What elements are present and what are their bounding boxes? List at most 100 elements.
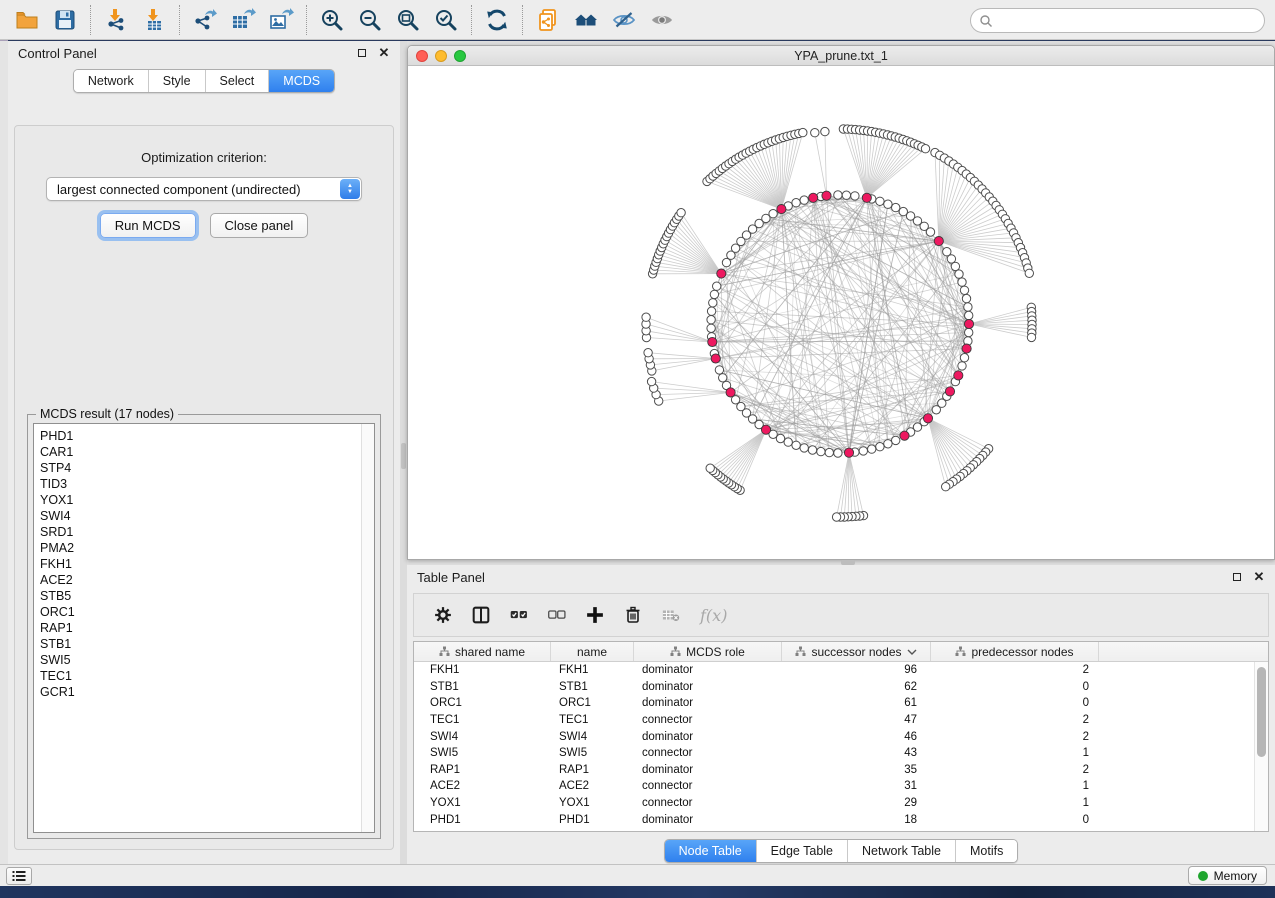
tab-motifs[interactable]: Motifs [955,840,1017,862]
network-node[interactable] [876,197,884,205]
network-node[interactable] [834,191,842,199]
network-node[interactable] [707,316,715,324]
mcds-result-item[interactable]: TID3 [40,476,358,492]
network-node[interactable] [811,129,819,137]
network-node[interactable] [709,299,717,307]
mcds-hub-node[interactable] [964,319,973,328]
mcds-result-item[interactable]: RAP1 [40,620,358,636]
network-node[interactable] [876,443,884,451]
network-node[interactable] [832,513,840,521]
network-node[interactable] [706,464,714,472]
mcds-result-item[interactable]: GCR1 [40,684,358,700]
mcds-hub-node[interactable] [726,388,735,397]
network-node[interactable] [892,436,900,444]
close-table-panel-icon[interactable]: ✕ [1253,571,1265,583]
mcds-hub-node[interactable] [934,237,943,246]
network-node[interactable] [955,270,963,278]
mcds-hub-node[interactable] [923,414,932,423]
memory-button[interactable]: Memory [1188,866,1267,885]
select-all-rows-icon[interactable] [510,606,528,624]
window-minimize-icon[interactable] [435,50,447,62]
network-node[interactable] [965,328,973,336]
tab-node-table[interactable]: Node Table [665,840,756,862]
table-scrollbar-thumb[interactable] [1257,667,1266,757]
network-node[interactable] [792,441,800,449]
network-node[interactable] [851,192,859,200]
mcds-result-item[interactable]: STP4 [40,460,358,476]
network-node[interactable] [958,362,966,370]
network-node[interactable] [825,448,833,456]
network-node[interactable] [800,196,808,204]
mcds-hub-node[interactable] [711,354,720,363]
close-panel-button[interactable]: Close panel [210,213,309,238]
mcds-result-item[interactable]: ORC1 [40,604,358,620]
network-node[interactable] [707,324,715,332]
result-scrollbar[interactable] [361,424,374,832]
mcds-hub-node[interactable] [717,269,726,278]
zoom-fit-icon[interactable] [389,3,427,37]
table-row[interactable]: RAP1RAP1dominator352 [414,762,1254,779]
import-table-icon[interactable] [135,3,173,37]
network-node[interactable] [859,447,867,455]
open-file-icon[interactable] [8,3,46,37]
run-mcds-button[interactable]: Run MCDS [100,213,196,238]
window-maximize-icon[interactable] [454,50,466,62]
network-node[interactable] [792,199,800,207]
show-columns-icon[interactable] [472,606,490,624]
network-node[interactable] [958,278,966,286]
table-row[interactable]: STB1STB1dominator620 [414,679,1254,696]
network-node[interactable] [800,444,808,452]
save-icon[interactable] [46,3,84,37]
tab-mcds[interactable]: MCDS [268,70,334,92]
column-header-name[interactable]: name [551,642,634,661]
table-scrollbar[interactable] [1254,662,1268,831]
network-node[interactable] [821,127,829,135]
mcds-result-item[interactable]: SWI4 [40,508,358,524]
network-node[interactable] [868,445,876,453]
zoom-out-icon[interactable] [351,3,389,37]
network-node[interactable] [1027,333,1035,341]
network-node[interactable] [808,446,816,454]
float-table-panel-icon[interactable] [1231,571,1243,583]
delete-column-icon[interactable] [624,606,642,624]
zoom-selected-icon[interactable] [427,3,465,37]
network-node[interactable] [965,311,973,319]
mcds-hub-node[interactable] [862,193,871,202]
network-node[interactable] [964,303,972,311]
add-column-icon[interactable] [586,606,604,624]
mcds-hub-node[interactable] [844,448,853,457]
mcds-result-item[interactable]: CAR1 [40,444,358,460]
table-row[interactable]: SWI5SWI5connector431 [414,745,1254,762]
network-node[interactable] [784,438,792,446]
network-node[interactable] [769,210,777,218]
table-row[interactable]: PHD1PHD1dominator180 [414,811,1254,828]
network-node[interactable] [710,290,718,298]
table-row[interactable]: YOX1YOX1connector291 [414,795,1254,812]
mcds-hub-node[interactable] [945,387,954,396]
mcds-hub-node[interactable] [822,191,831,200]
network-node[interactable] [707,307,715,315]
column-header-MCDS-role[interactable]: MCDS role [634,642,782,661]
table-row[interactable]: ACE2ACE2connector311 [414,778,1254,795]
panel-splitter[interactable] [400,41,407,864]
mcds-hub-node[interactable] [777,205,786,214]
show-all-icon[interactable] [643,3,681,37]
network-node[interactable] [884,440,892,448]
mcds-result-item[interactable]: YOX1 [40,492,358,508]
network-node[interactable] [1025,269,1033,277]
mcds-result-item[interactable]: TEC1 [40,668,358,684]
table-settings-gear-icon[interactable] [434,606,452,624]
search-box[interactable] [970,8,1265,33]
network-node[interactable] [817,447,825,455]
network-node[interactable] [884,200,892,208]
close-panel-icon[interactable]: ✕ [378,47,390,59]
column-header-predecessor-nodes[interactable]: predecessor nodes [931,642,1099,661]
criterion-select[interactable]: largest connected component (undirected)… [46,177,362,201]
export-network-icon[interactable] [186,3,224,37]
tab-select[interactable]: Select [205,70,269,92]
mcds-result-item[interactable]: SWI5 [40,652,358,668]
network-window-titlebar[interactable]: YPA_prune.txt_1 [408,46,1274,66]
network-node[interactable] [715,366,723,374]
window-close-icon[interactable] [416,50,428,62]
tab-network-table[interactable]: Network Table [847,840,955,862]
